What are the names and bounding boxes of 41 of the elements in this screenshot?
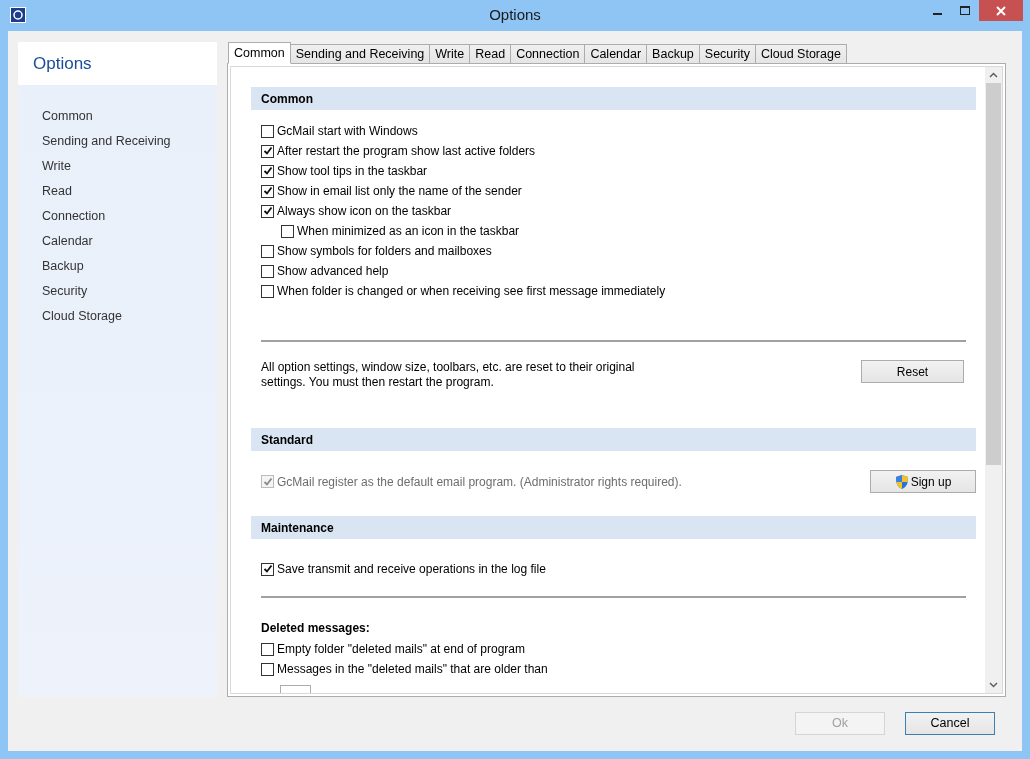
checkbox-label: Show advanced help	[277, 263, 389, 280]
section-header: Standard	[251, 428, 976, 451]
checkbox-label: Show tool tips in the taskbar	[277, 163, 428, 180]
tab[interactable]: Cloud Storage	[754, 44, 847, 64]
checkbox-label: GcMail register as the default email program. (Administrator rights required).	[277, 473, 682, 491]
tab[interactable]: Common	[228, 42, 291, 64]
checkbox-label: Always show icon on the taskbar	[277, 203, 452, 220]
tab[interactable]: Sending and Receiving	[289, 44, 431, 64]
sidebar-item[interactable]: Common	[42, 104, 193, 129]
checkbox-label: Save transmit and receive operations in the log file	[277, 561, 546, 578]
section-header: Common	[251, 87, 976, 110]
subheading: Deleted messages:	[260, 620, 371, 636]
checkbox-label: When folder is changed or when receiving see first message immediately	[277, 283, 666, 300]
button[interactable]: Reset	[861, 360, 964, 383]
checkbox-label: Empty folder "deleted mails" at end of program	[277, 641, 525, 658]
tab[interactable]: Calendar	[584, 44, 648, 64]
sidebar-item[interactable]: Write	[42, 154, 193, 179]
sidebar-item[interactable]: Connection	[42, 204, 193, 229]
sidebar-item[interactable]: Read	[42, 179, 193, 204]
sidebar-item[interactable]: Backup	[42, 254, 193, 279]
checkbox-label: GcMail start with Windows	[277, 123, 418, 140]
sidebar-item[interactable]: Sending and Receiving	[42, 129, 193, 154]
button[interactable]: Sign up	[870, 470, 976, 493]
tab[interactable]: Backup	[646, 44, 700, 64]
sidebar-item[interactable]: Cloud Storage	[42, 304, 193, 329]
tab[interactable]: Connection	[510, 44, 586, 64]
tab[interactable]: Write	[429, 44, 471, 64]
checkbox-label: Show symbols for folders and mailboxes	[277, 243, 492, 260]
checkbox-label: Show in email list only the name of the sender	[277, 183, 522, 200]
section-header: Maintenance	[251, 516, 976, 539]
checkbox-label: Messages in the "deleted mails" that are older than	[277, 661, 548, 678]
tab[interactable]: Security	[698, 44, 756, 64]
sidebar-item[interactable]: Calendar	[42, 229, 193, 254]
checkbox-label: When minimized as an icon in the taskbar	[297, 223, 520, 240]
checkbox-label: After restart the program show last active folders	[277, 143, 536, 160]
reset-note: All option settings, window size, toolbars, etc. are reset to their original settings. You must then restart the program.	[261, 360, 636, 390]
window-title: Options	[489, 5, 541, 26]
tab[interactable]: Read	[469, 44, 512, 64]
sidebar-title: Options	[33, 52, 92, 75]
sidebar-item[interactable]: Security	[42, 279, 193, 304]
dialog-button[interactable]: Cancel	[905, 711, 995, 735]
